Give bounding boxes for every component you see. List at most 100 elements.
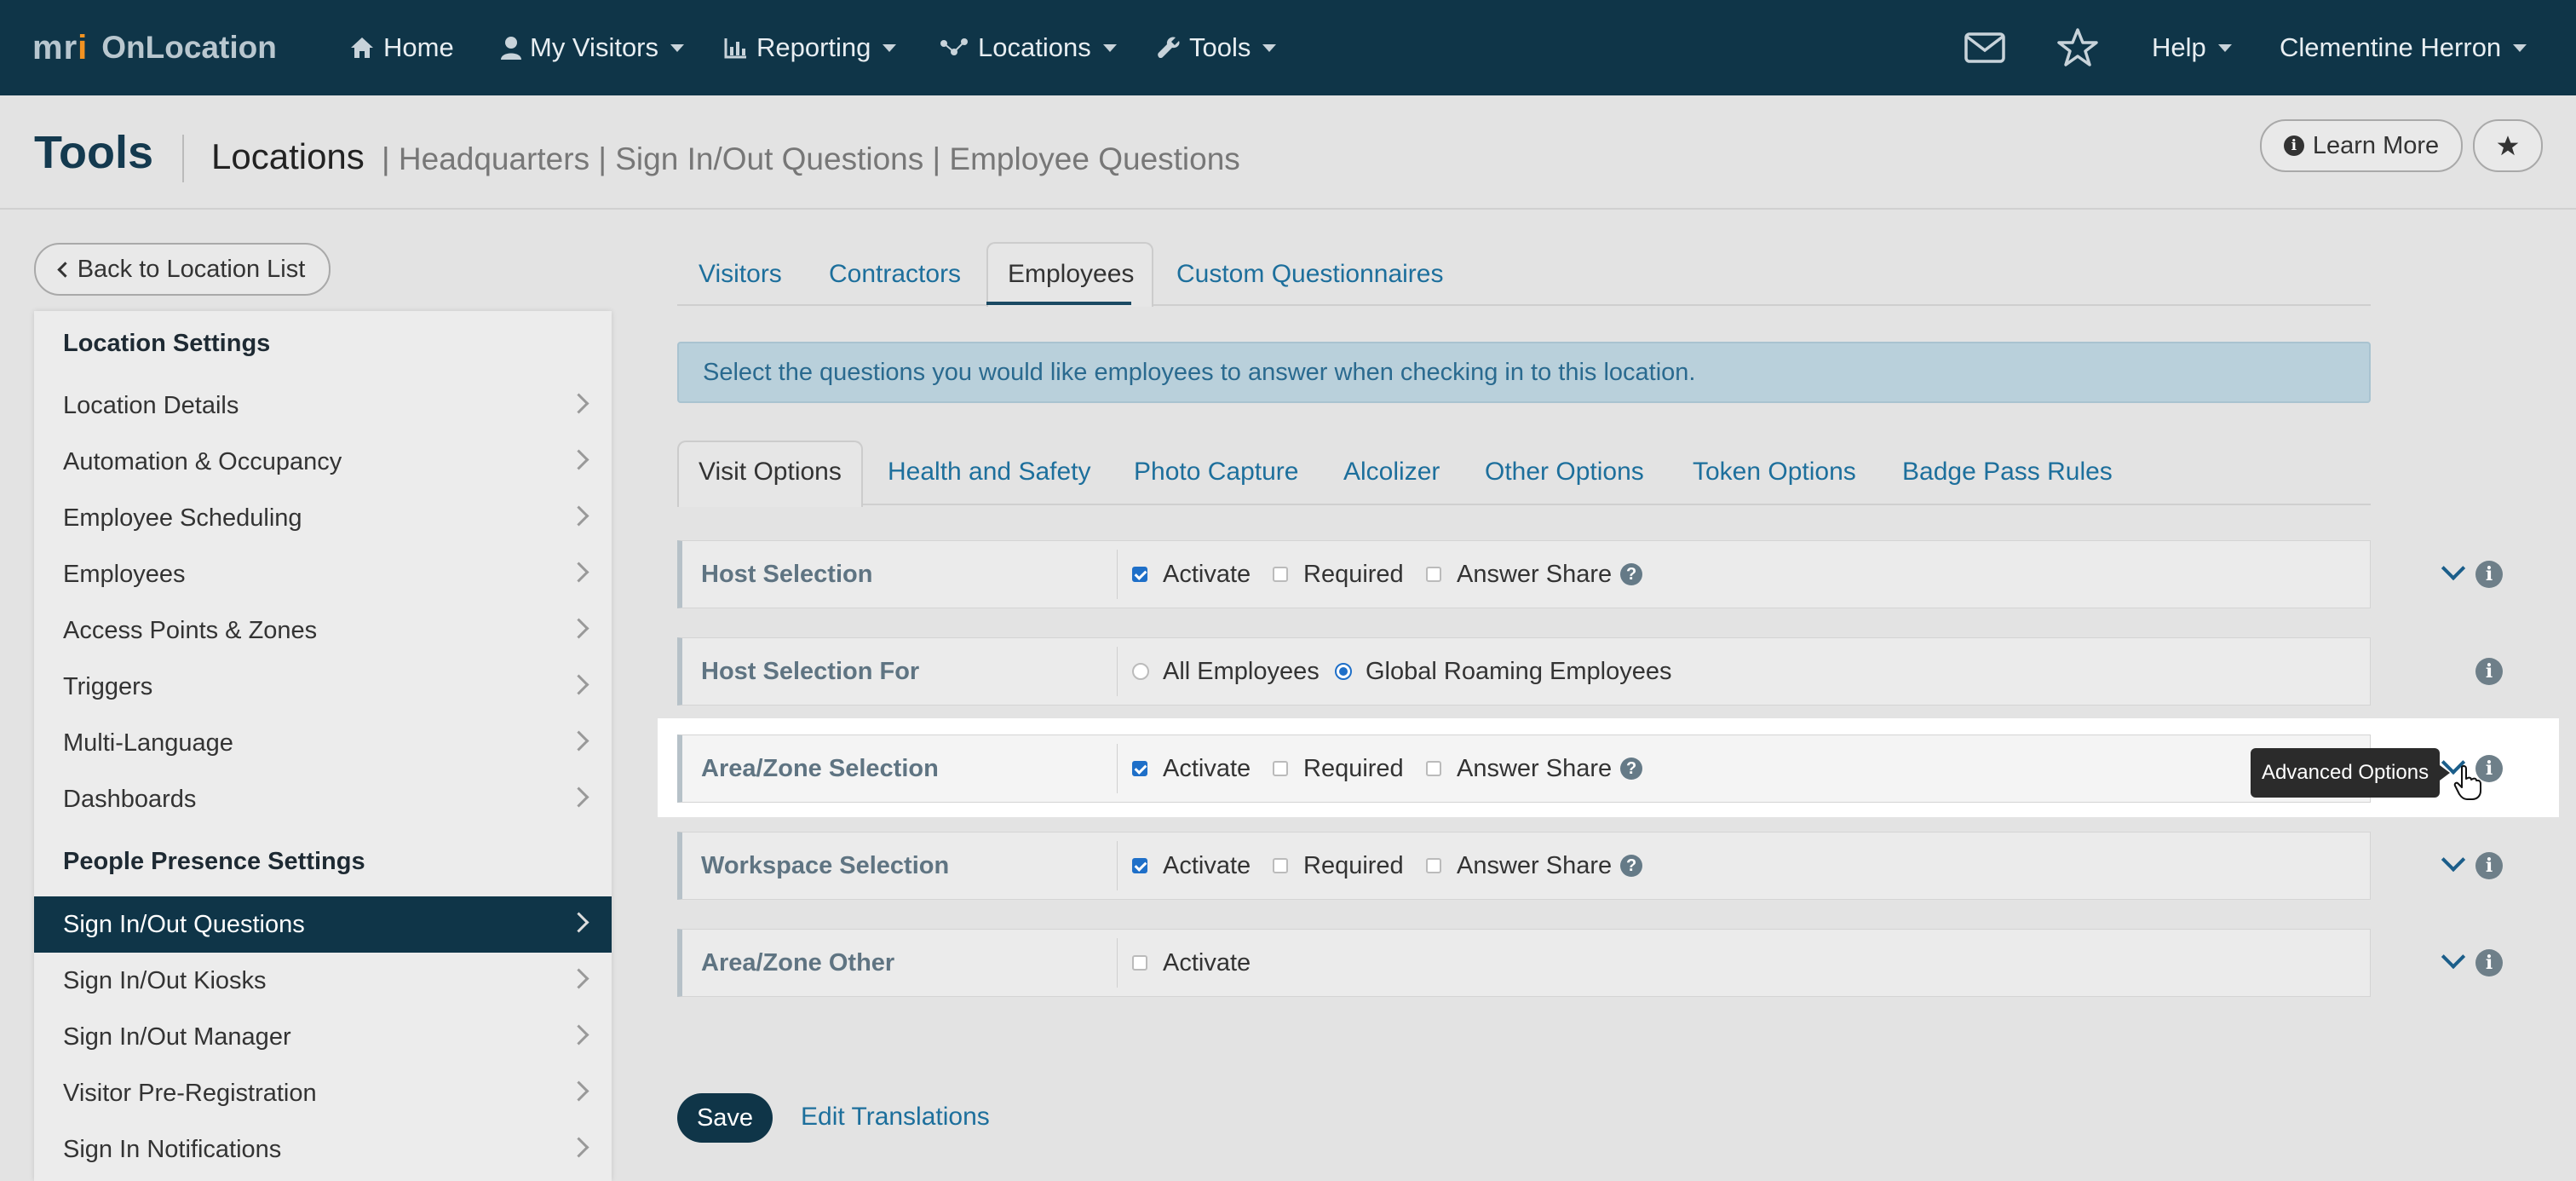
activate-checkbox[interactable]: Activate — [1132, 832, 1251, 899]
sidebar-item-sign-in-out-manager[interactable]: Sign In/Out Manager — [34, 1009, 612, 1065]
sidebar-item-employees[interactable]: Employees — [34, 546, 612, 602]
subtab-badge-pass-rules[interactable]: Badge Pass Rules — [1902, 458, 2113, 487]
sidebar-item-triggers[interactable]: Triggers — [34, 659, 612, 715]
info-icon[interactable]: i — [2475, 852, 2503, 879]
checkbox-checked[interactable] — [1132, 761, 1147, 776]
activate-checkbox[interactable]: Activate — [1132, 541, 1251, 608]
nav-home[interactable]: Home — [349, 0, 454, 95]
favorites-button[interactable] — [2056, 0, 2107, 95]
required-checkbox[interactable]: Required — [1273, 832, 1404, 899]
chevron-down-icon[interactable] — [2441, 944, 2466, 970]
mail-button[interactable] — [1964, 0, 2014, 95]
learn-more-button[interactable]: i Learn More — [2260, 119, 2463, 172]
answer-share-checkbox[interactable]: Answer Share? — [1426, 735, 1643, 802]
activate-label: Activate — [1163, 851, 1251, 879]
nav-tools[interactable]: Tools — [1157, 0, 1277, 95]
question-mark-icon[interactable]: ? — [1620, 855, 1643, 877]
breadcrumb-current: Locations — [211, 136, 365, 176]
question-mark-icon[interactable]: ? — [1620, 758, 1643, 780]
answer-share-checkbox[interactable]: Answer Share? — [1426, 541, 1643, 608]
required-checkbox[interactable]: Required — [1273, 735, 1404, 802]
tab-custom-questionnaires[interactable]: Custom Questionnaires — [1176, 260, 1443, 289]
chevron-right-icon — [568, 912, 589, 933]
global-roaming-employees-radio[interactable]: Global Roaming Employees — [1335, 638, 1671, 705]
back-to-location-list-button[interactable]: Back to Location List — [34, 243, 331, 296]
checkbox-unchecked[interactable] — [1132, 955, 1147, 971]
edit-translations-link[interactable]: Edit Translations — [801, 1103, 990, 1132]
sidebar-item-label: Automation & Occupancy — [63, 447, 342, 475]
save-button[interactable]: Save — [677, 1093, 773, 1143]
checkbox-unchecked[interactable] — [1426, 761, 1441, 776]
all-employees-radio[interactable]: All Employees — [1132, 638, 1320, 705]
sidebar-item-label: Access Points & Zones — [63, 616, 318, 644]
chevron-left-icon — [56, 261, 73, 278]
checkbox-checked[interactable] — [1132, 858, 1147, 873]
active-tab-indicator — [986, 302, 1131, 305]
checkbox-checked[interactable] — [1132, 567, 1147, 582]
nav-my-visitors[interactable]: My Visitors — [501, 0, 685, 95]
favorite-page-button[interactable] — [2473, 119, 2543, 172]
tab-contractors[interactable]: Contractors — [829, 260, 961, 289]
checkbox-unchecked[interactable] — [1273, 858, 1288, 873]
sidebar-item-label: Triggers — [63, 672, 153, 700]
subtab-health-and-safety[interactable]: Health and Safety — [888, 458, 1091, 487]
question-row-host-selection: Host Selection Activate Required Answer … — [677, 540, 2503, 608]
radio-unselected[interactable] — [1132, 663, 1149, 680]
chevron-right-icon — [568, 1080, 589, 1102]
sidebar-section-people-presence: People Presence Settings — [63, 848, 365, 875]
subtab-alcolizer[interactable]: Alcolizer — [1343, 458, 1440, 487]
nav-reporting[interactable]: Reporting — [724, 0, 897, 95]
tab-visitors[interactable]: Visitors — [699, 260, 782, 289]
required-checkbox[interactable]: Required — [1273, 541, 1404, 608]
subtab-photo-capture[interactable]: Photo Capture — [1134, 458, 1298, 487]
chevron-right-icon — [568, 449, 589, 470]
activate-checkbox[interactable]: Activate — [1132, 735, 1251, 802]
answer-share-checkbox[interactable]: Answer Share? — [1426, 832, 1643, 899]
radio-selected[interactable] — [1335, 663, 1352, 680]
star-icon — [2497, 135, 2519, 156]
title-divider — [182, 135, 184, 182]
answer-share-label: Answer Share — [1457, 754, 1613, 782]
info-icon[interactable]: i — [2475, 949, 2503, 976]
row-divider — [1117, 938, 1118, 988]
checkbox-unchecked[interactable] — [1273, 761, 1288, 776]
chevron-right-icon — [568, 968, 589, 989]
chevron-down-icon[interactable] — [2441, 847, 2466, 873]
activate-checkbox[interactable]: Activate — [1132, 930, 1251, 996]
top-navigation-bar: mri OnLocation Home My Visitors Reportin… — [0, 0, 2576, 95]
app-logo[interactable]: mri OnLocation — [32, 24, 277, 72]
subtab-token-options[interactable]: Token Options — [1693, 458, 1856, 487]
sidebar-item-multi-language[interactable]: Multi-Language — [34, 715, 612, 771]
page-title: Tools — [34, 127, 153, 178]
home-icon — [351, 37, 373, 58]
nav-locations[interactable]: Locations — [939, 0, 1117, 95]
question-label: Area/Zone Selection — [701, 754, 939, 782]
sidebar-item-sign-in-notifications[interactable]: Sign In Notifications — [34, 1121, 612, 1178]
sidebar-item-employee-scheduling[interactable]: Employee Scheduling — [34, 490, 612, 546]
sidebar-item-sign-in-out-questions[interactable]: Sign In/Out Questions — [34, 896, 612, 953]
subtab-visit-options[interactable]: Visit Options — [699, 458, 842, 487]
info-icon[interactable]: i — [2475, 658, 2503, 685]
subtabs-baseline — [677, 504, 2371, 505]
sidebar-item-label: Sign In/Out Kiosks — [63, 966, 267, 994]
sidebar-item-location-details[interactable]: Location Details — [34, 377, 612, 434]
required-label: Required — [1303, 754, 1404, 782]
sidebar-item-dashboards[interactable]: Dashboards — [34, 771, 612, 827]
sidebar-item-automation-occupancy[interactable]: Automation & Occupancy — [34, 434, 612, 490]
checkbox-unchecked[interactable] — [1426, 858, 1441, 873]
nav-reporting-label: Reporting — [756, 32, 871, 62]
chevron-down-icon[interactable] — [2441, 556, 2466, 581]
sidebar-item-sign-in-out-kiosks[interactable]: Sign In/Out Kiosks — [34, 953, 612, 1009]
subtab-other-options[interactable]: Other Options — [1485, 458, 1644, 487]
info-icon[interactable]: i — [2475, 561, 2503, 588]
chart-icon — [724, 38, 746, 59]
sidebar-item-access-points-zones[interactable]: Access Points & Zones — [34, 602, 612, 659]
tab-employees[interactable]: Employees — [1008, 260, 1134, 289]
sidebar-item-visitor-pre-registration[interactable]: Visitor Pre-Registration — [34, 1065, 612, 1121]
question-mark-icon[interactable]: ? — [1620, 563, 1643, 585]
logo-mark: mri — [32, 28, 89, 66]
checkbox-unchecked[interactable] — [1273, 567, 1288, 582]
checkbox-unchecked[interactable] — [1426, 567, 1441, 582]
user-menu[interactable]: Clementine Herron — [2280, 0, 2527, 95]
help-menu[interactable]: Help — [2152, 0, 2232, 95]
